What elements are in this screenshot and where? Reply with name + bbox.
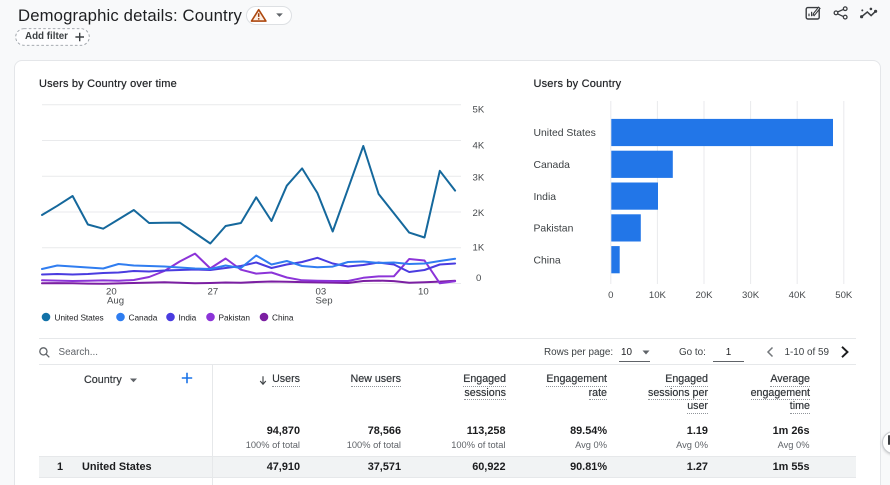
svg-text:Aug: Aug (107, 296, 124, 307)
svg-text:5K: 5K (473, 105, 485, 116)
svg-text:2K: 2K (473, 208, 485, 219)
svg-text:India: India (534, 192, 557, 203)
svg-text:China: China (272, 312, 294, 322)
svg-text:United States: United States (534, 128, 596, 139)
svg-text:3K: 3K (473, 173, 485, 184)
svg-text:United States: United States (55, 312, 104, 322)
svg-text:China: China (534, 255, 561, 266)
svg-text:Pakistan: Pakistan (219, 312, 251, 322)
svg-text:4K: 4K (473, 141, 485, 152)
svg-text:20K: 20K (695, 290, 713, 300)
svg-text:India: India (179, 312, 197, 322)
svg-text:Pakistan: Pakistan (534, 224, 574, 235)
svg-text:Canada: Canada (534, 160, 571, 171)
svg-text:40K: 40K (789, 290, 807, 300)
svg-text:10: 10 (418, 287, 429, 298)
svg-text:0: 0 (608, 290, 613, 300)
svg-text:1K: 1K (473, 243, 485, 254)
svg-text:0: 0 (476, 273, 481, 284)
svg-text:Canada: Canada (129, 312, 158, 322)
svg-text:50K: 50K (835, 290, 853, 300)
svg-text:30K: 30K (742, 290, 760, 300)
svg-text:Sep: Sep (316, 296, 333, 307)
svg-text:27: 27 (208, 287, 219, 298)
svg-text:10K: 10K (649, 290, 667, 300)
